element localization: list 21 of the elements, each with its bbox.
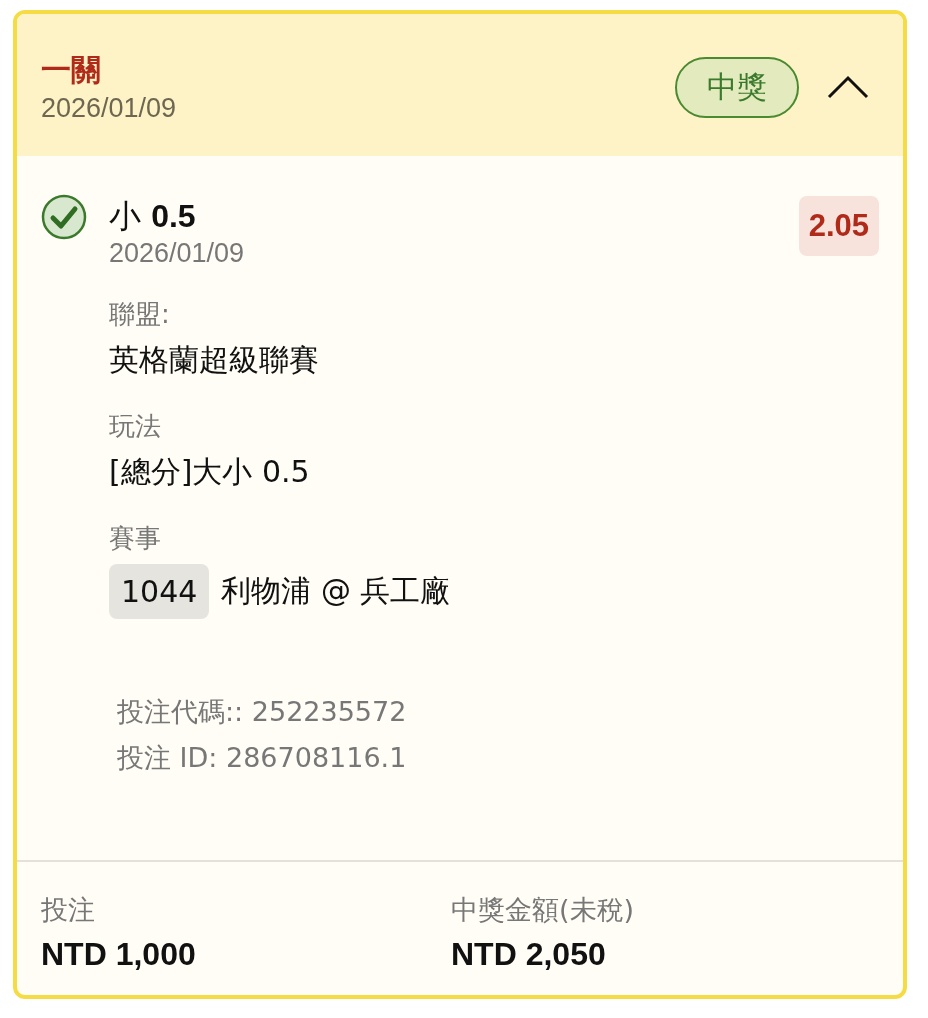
bet-date: 2026/01/09 (41, 92, 177, 124)
status-badge: 中獎 (675, 56, 799, 118)
summary-label: 投注 (41, 893, 96, 927)
field-value: [總分]大小 0.5 (109, 453, 311, 491)
summary-amount: NTD 1,000 (41, 936, 197, 973)
collapse-chevron-icon[interactable] (827, 75, 869, 99)
field-value: 英格蘭超級聯賽 (109, 341, 320, 379)
match-number-badge: 1044 (109, 564, 210, 619)
card-header[interactable]: 一關 2026/01/09 中獎 (17, 14, 903, 156)
summary-amount: NTD 2,050 (451, 936, 607, 973)
match-teams: 利物浦 @ 兵工廠 (221, 572, 451, 610)
bet-code-text: 投注 ID: 286708116.1 (117, 741, 408, 775)
field-label: 聯盟: (109, 298, 171, 331)
summary-label: 中獎金額(未稅) (451, 893, 636, 927)
selection-text: 小 0.5 (109, 196, 197, 236)
leg-date: 2026/01/09 (109, 238, 246, 269)
odds-badge: 2.05 (798, 196, 879, 256)
field-label: 賽事 (109, 522, 162, 555)
bet-code-text: 投注代碼:: 252235572 (117, 695, 408, 729)
bet-type-title: 一關 (41, 50, 102, 89)
field-label: 玩法 (109, 410, 162, 443)
